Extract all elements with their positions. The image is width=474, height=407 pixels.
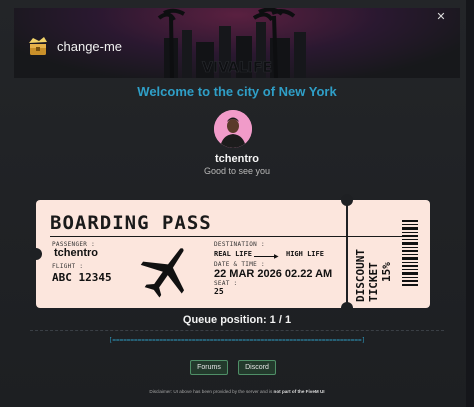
datetime-label: DATE & TIME : bbox=[214, 261, 265, 268]
username: tchentro bbox=[215, 153, 259, 165]
destination-to: HIGH LIFE bbox=[286, 250, 324, 258]
disclaimer-bold-text: not part of the FiveM UI bbox=[273, 389, 325, 394]
arrow-right-icon bbox=[254, 256, 276, 257]
ticket-notch bbox=[341, 194, 353, 206]
welcome-message: Welcome to the city of New York bbox=[137, 84, 337, 99]
forums-button[interactable]: Forums bbox=[190, 360, 228, 375]
boarding-pass-ticket: BOARDING PASS PASSENGER : tchentro FLIGH… bbox=[30, 194, 430, 314]
barcode-icon bbox=[402, 220, 418, 286]
avatar bbox=[214, 110, 252, 148]
divider bbox=[30, 330, 444, 331]
server-logo-icon bbox=[29, 37, 47, 55]
stub-line-discount: DISCOUNT bbox=[354, 249, 367, 302]
stub-line-ticket: TICKET bbox=[367, 262, 380, 302]
flight-value: ABC 12345 bbox=[52, 271, 112, 284]
window-edge bbox=[466, 0, 474, 407]
ticket-notch bbox=[30, 248, 42, 260]
greeting-text: Good to see you bbox=[203, 166, 271, 176]
datetime-value: 22 MAR 2026 02.22 AM bbox=[214, 268, 333, 280]
queue-position: Queue position: 1 / 1 bbox=[182, 314, 292, 326]
seat-value: 25 bbox=[214, 287, 224, 296]
discount-ticket-text: DISCOUNT TICKET 15% bbox=[354, 212, 393, 302]
passenger-value: tchentro bbox=[54, 247, 98, 259]
disclaimer-text: Disclaimer: UI above has been provided b… bbox=[149, 389, 273, 394]
banner-logo-text: VIVALIFE bbox=[202, 60, 272, 76]
destination-label: DESTINATION : bbox=[214, 241, 265, 248]
discord-button[interactable]: Discord bbox=[238, 360, 276, 375]
server-name: change-me bbox=[57, 39, 123, 54]
seat-label: SEAT : bbox=[214, 280, 238, 287]
boarding-pass-title: BOARDING PASS bbox=[50, 212, 212, 234]
stub-line-percent: 15% bbox=[380, 262, 393, 282]
flight-label: FLIGHT : bbox=[52, 263, 84, 270]
close-icon[interactable]: ✕ bbox=[434, 10, 448, 24]
queue-progress-bar: [=======================================… bbox=[108, 337, 366, 344]
arrow-head-icon: ▶ bbox=[274, 253, 279, 260]
ticket-notch bbox=[341, 302, 353, 314]
destination-from: REAL LIFE bbox=[214, 250, 252, 258]
disclaimer: Disclaimer: UI above has been provided b… bbox=[0, 389, 474, 394]
airplane-icon bbox=[140, 248, 185, 298]
